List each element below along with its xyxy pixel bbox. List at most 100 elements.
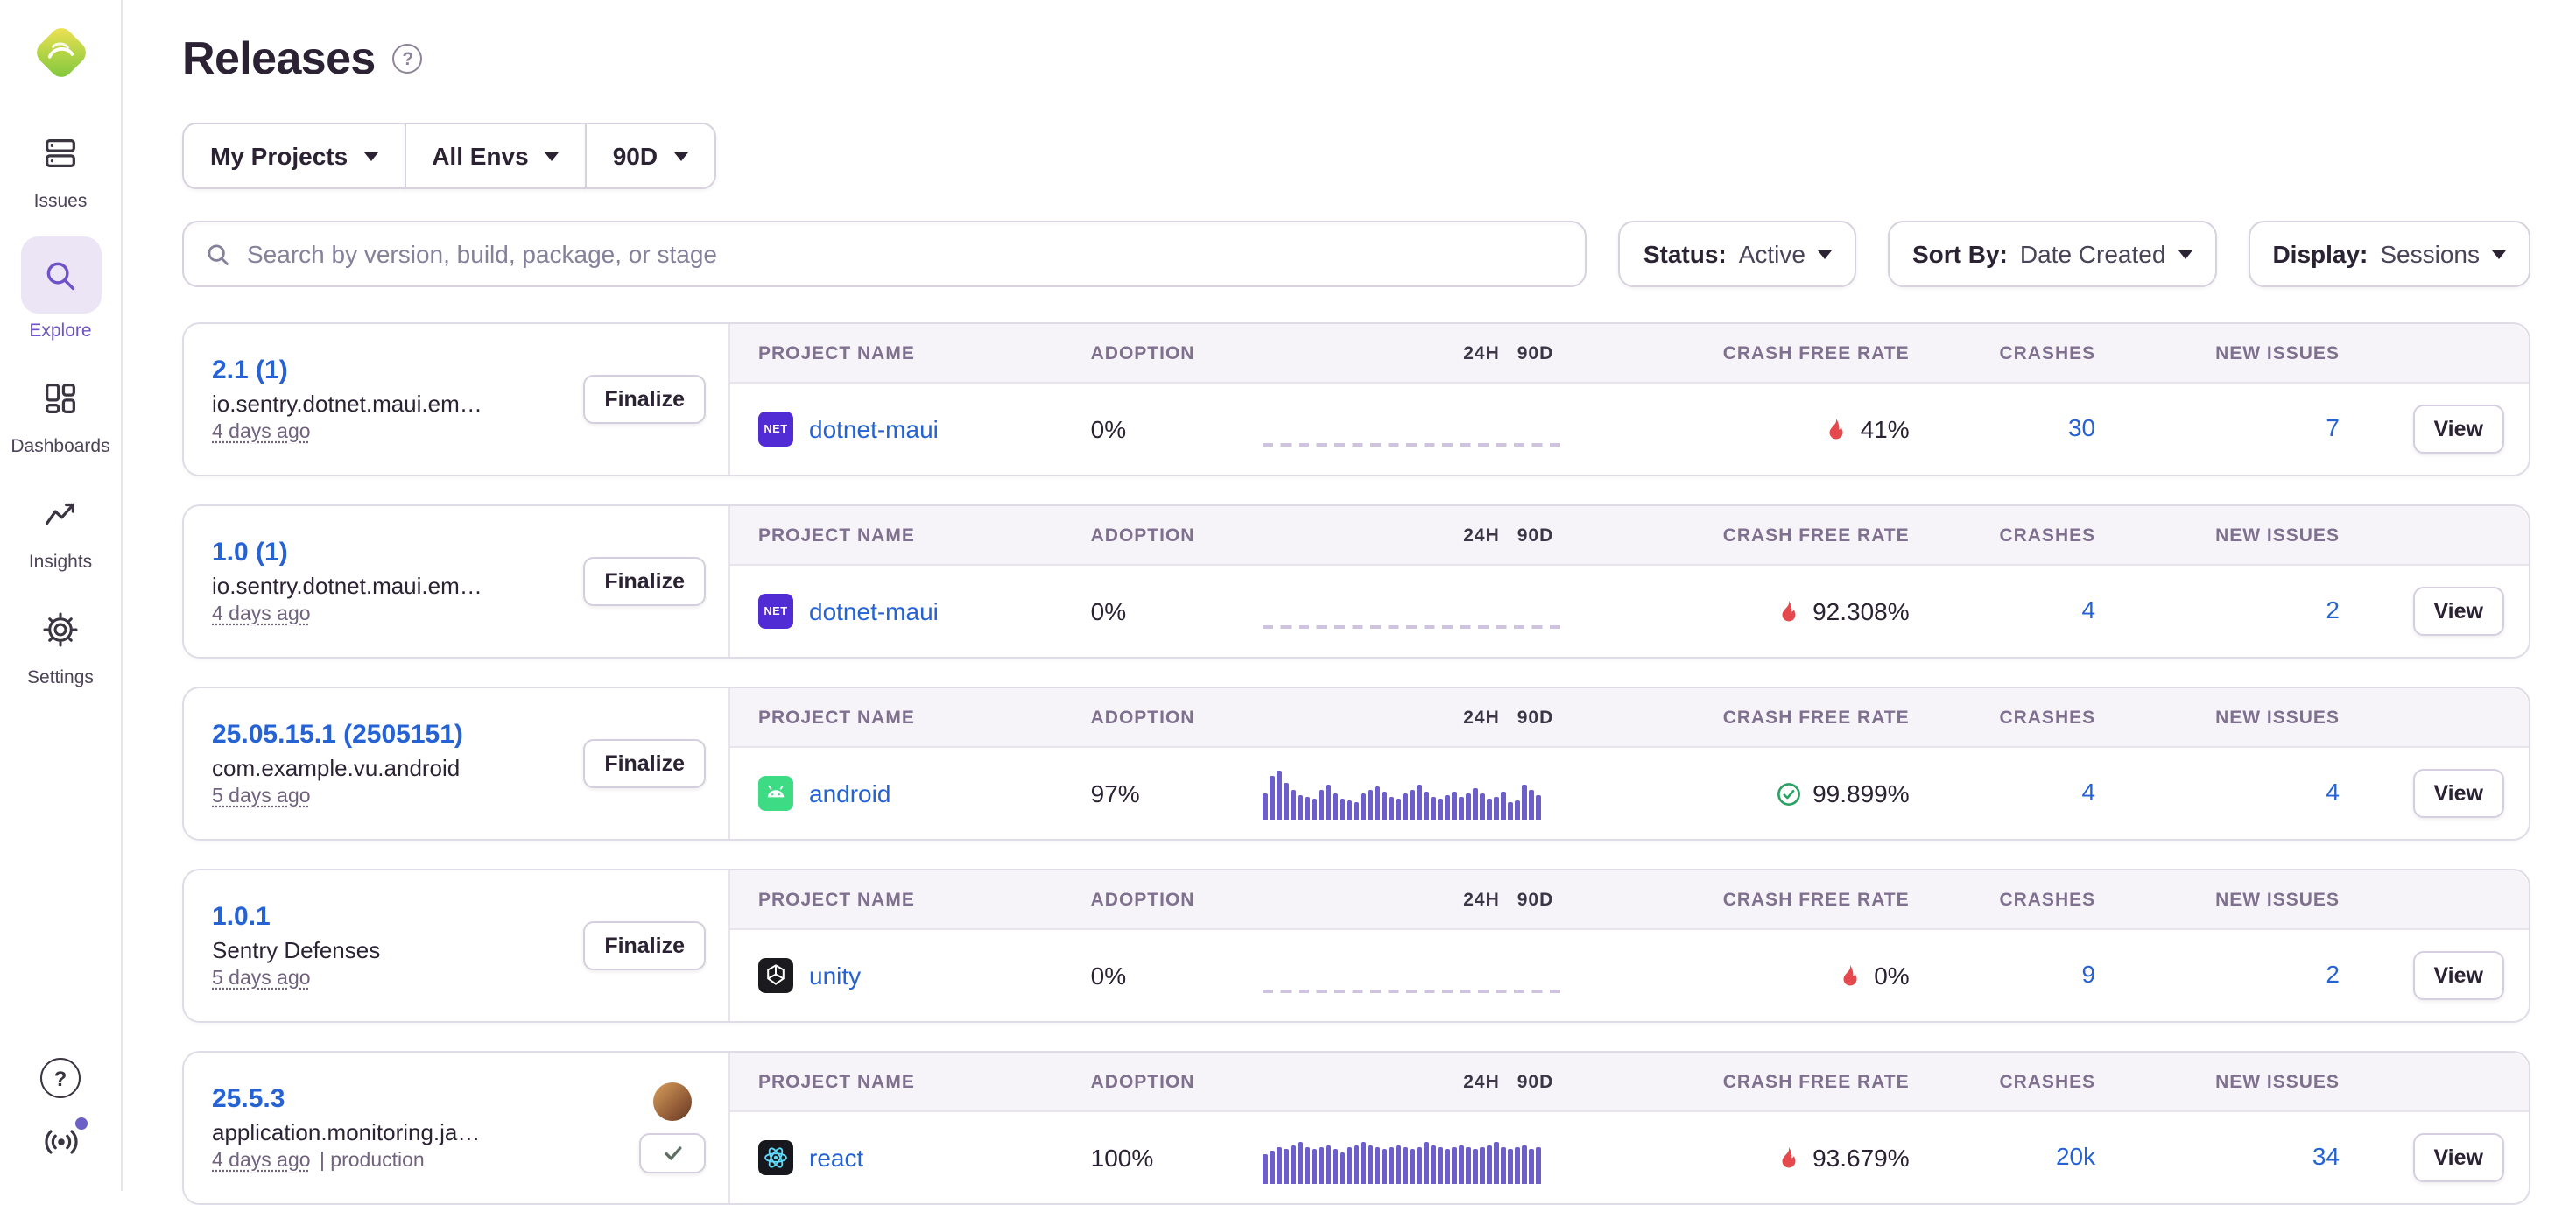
period-90d-toggle[interactable]: 90D bbox=[1517, 525, 1554, 546]
crashes-link[interactable]: 4 bbox=[2082, 595, 2096, 624]
sidebar-bottom: ? bbox=[39, 1058, 81, 1163]
view-button[interactable]: View bbox=[2412, 769, 2504, 818]
col-new-issues: NEW ISSUES bbox=[2095, 1071, 2340, 1092]
new-issues-link[interactable]: 7 bbox=[2326, 413, 2340, 441]
period-24h-toggle[interactable]: 24H bbox=[1463, 525, 1500, 546]
release-project-table: PROJECT NAME ADOPTION 24H 90D CRASH FREE… bbox=[730, 688, 2529, 839]
adoption-value: 100% bbox=[1091, 1144, 1235, 1172]
crash-free-value: 41% bbox=[1861, 415, 1910, 443]
release-version-link[interactable]: 25.05.15.1 (2505151) bbox=[212, 720, 566, 750]
release-age-text: 4 days ago bbox=[212, 604, 311, 625]
release-package: application.monitoring.ja… bbox=[212, 1119, 622, 1145]
col-chart-period: 24H 90D bbox=[1235, 707, 1560, 728]
release-version-link[interactable]: 2.1 (1) bbox=[212, 356, 566, 385]
releases-page: Issues Explore bbox=[0, 0, 2576, 1191]
release-age: 5 days ago bbox=[212, 969, 566, 990]
project-link[interactable]: dotnet-maui bbox=[809, 597, 939, 625]
sort-by-dropdown-label: Sort By: bbox=[1912, 240, 2008, 268]
flame-icon bbox=[1837, 962, 1863, 989]
new-issues-link[interactable]: 2 bbox=[2326, 960, 2340, 988]
release-age-text: 4 days ago bbox=[212, 422, 311, 443]
period-24h-toggle[interactable]: 24H bbox=[1463, 1071, 1500, 1092]
view-button[interactable]: View bbox=[2412, 587, 2504, 636]
release-version-link[interactable]: 25.5.3 bbox=[212, 1084, 622, 1114]
flame-icon bbox=[1776, 1145, 1802, 1171]
sidebar-item-dashboards[interactable]: Dashboards bbox=[11, 366, 109, 457]
gear-icon bbox=[20, 597, 101, 660]
finalized-check-button[interactable] bbox=[639, 1133, 706, 1173]
sidebar-item-insights[interactable]: Insights bbox=[20, 482, 101, 573]
period-24h-toggle[interactable]: 24H bbox=[1463, 707, 1500, 728]
col-adoption: ADOPTION bbox=[1091, 889, 1235, 910]
crashes-link[interactable]: 20k bbox=[2056, 1142, 2095, 1170]
table-header-row: PROJECT NAME ADOPTION 24H 90D CRASH FREE… bbox=[730, 506, 2529, 566]
new-issues-link[interactable]: 2 bbox=[2326, 595, 2340, 624]
user-avatar bbox=[653, 1082, 692, 1121]
view-button[interactable]: View bbox=[2412, 951, 2504, 1000]
project-link[interactable]: android bbox=[809, 779, 890, 807]
finalize-button[interactable]: Finalize bbox=[583, 375, 706, 424]
crash-free-value: 92.308% bbox=[1812, 597, 1910, 625]
crash-free-cell: 92.308% bbox=[1560, 597, 1909, 625]
crash-free-cell: 93.679% bbox=[1560, 1144, 1909, 1172]
search-input[interactable] bbox=[247, 240, 1565, 268]
crashes-link[interactable]: 30 bbox=[2068, 413, 2095, 441]
page-title: Releases bbox=[182, 32, 376, 86]
period-90d-toggle[interactable]: 90D bbox=[1517, 889, 1554, 910]
crashes-link[interactable]: 4 bbox=[2082, 778, 2096, 806]
release-project-table: PROJECT NAME ADOPTION 24H 90D CRASH FREE… bbox=[730, 324, 2529, 475]
period-24h-toggle[interactable]: 24H bbox=[1463, 889, 1500, 910]
sidebar-item-settings[interactable]: Settings bbox=[20, 597, 101, 688]
sort-by-dropdown[interactable]: Sort By: Date Created bbox=[1888, 221, 2216, 287]
release-card: 1.0 (1) io.sentry.dotnet.maui.em… 4 days… bbox=[182, 504, 2530, 659]
broadcast-icon[interactable] bbox=[39, 1121, 81, 1163]
flame-icon bbox=[1824, 416, 1850, 442]
sidebar-item-explore[interactable]: Explore bbox=[20, 236, 101, 342]
period-90d-toggle[interactable]: 90D bbox=[1517, 342, 1554, 363]
android-platform-icon bbox=[758, 776, 793, 811]
col-crashes: CRASHES bbox=[1910, 525, 2095, 546]
status-dropdown[interactable]: Status: Active bbox=[1619, 221, 1856, 287]
col-chart-period: 24H 90D bbox=[1235, 525, 1560, 546]
sidebar-item-issues[interactable]: Issues bbox=[20, 121, 101, 212]
period-24h-toggle[interactable]: 24H bbox=[1463, 342, 1500, 363]
date-range-filter-button[interactable]: 90D bbox=[585, 123, 715, 189]
project-link[interactable]: dotnet-maui bbox=[809, 415, 939, 443]
release-age: 4 days ago | production bbox=[212, 1151, 622, 1172]
period-90d-toggle[interactable]: 90D bbox=[1517, 1071, 1554, 1092]
projects-filter-label: My Projects bbox=[210, 142, 348, 170]
col-new-issues: NEW ISSUES bbox=[2095, 889, 2340, 910]
col-adoption: ADOPTION bbox=[1091, 1071, 1235, 1092]
check-circle-icon bbox=[1776, 780, 1802, 807]
release-actions bbox=[639, 1082, 706, 1173]
environments-filter-button[interactable]: All Envs bbox=[404, 123, 587, 189]
chevron-down-icon bbox=[2178, 250, 2192, 258]
notification-dot bbox=[73, 1116, 88, 1131]
release-list: 2.1 (1) io.sentry.dotnet.maui.em… 4 days… bbox=[182, 322, 2530, 1205]
release-card: 2.1 (1) io.sentry.dotnet.maui.em… 4 days… bbox=[182, 322, 2530, 476]
page-help-icon[interactable]: ? bbox=[393, 44, 423, 74]
release-card: 25.5.3 application.monitoring.ja… 4 days… bbox=[182, 1051, 2530, 1205]
new-issues-link[interactable]: 34 bbox=[2312, 1142, 2340, 1170]
view-button[interactable]: View bbox=[2412, 405, 2504, 454]
crashes-link[interactable]: 9 bbox=[2082, 960, 2096, 988]
new-issues-link[interactable]: 4 bbox=[2326, 778, 2340, 806]
project-link[interactable]: unity bbox=[809, 962, 861, 990]
finalize-button[interactable]: Finalize bbox=[583, 557, 706, 606]
release-version-link[interactable]: 1.0 (1) bbox=[212, 538, 566, 567]
display-dropdown[interactable]: Display: Sessions bbox=[2248, 221, 2530, 287]
finalize-button[interactable]: Finalize bbox=[583, 921, 706, 970]
table-data-row: NET dotnet-maui 0% 41% 30 7 View bbox=[730, 384, 2529, 475]
org-logo[interactable] bbox=[31, 23, 90, 82]
sidebar: Issues Explore bbox=[0, 0, 123, 1191]
project-link[interactable]: react bbox=[809, 1144, 863, 1172]
release-package: Sentry Defenses bbox=[212, 937, 566, 963]
status-dropdown-value: Active bbox=[1739, 240, 1805, 268]
finalize-button[interactable]: Finalize bbox=[583, 739, 706, 788]
release-version-link[interactable]: 1.0.1 bbox=[212, 902, 566, 932]
projects-filter-button[interactable]: My Projects bbox=[182, 123, 405, 189]
help-icon[interactable]: ? bbox=[40, 1058, 81, 1098]
period-90d-toggle[interactable]: 90D bbox=[1517, 707, 1554, 728]
view-button[interactable]: View bbox=[2412, 1133, 2504, 1182]
col-chart-period: 24H 90D bbox=[1235, 1071, 1560, 1092]
